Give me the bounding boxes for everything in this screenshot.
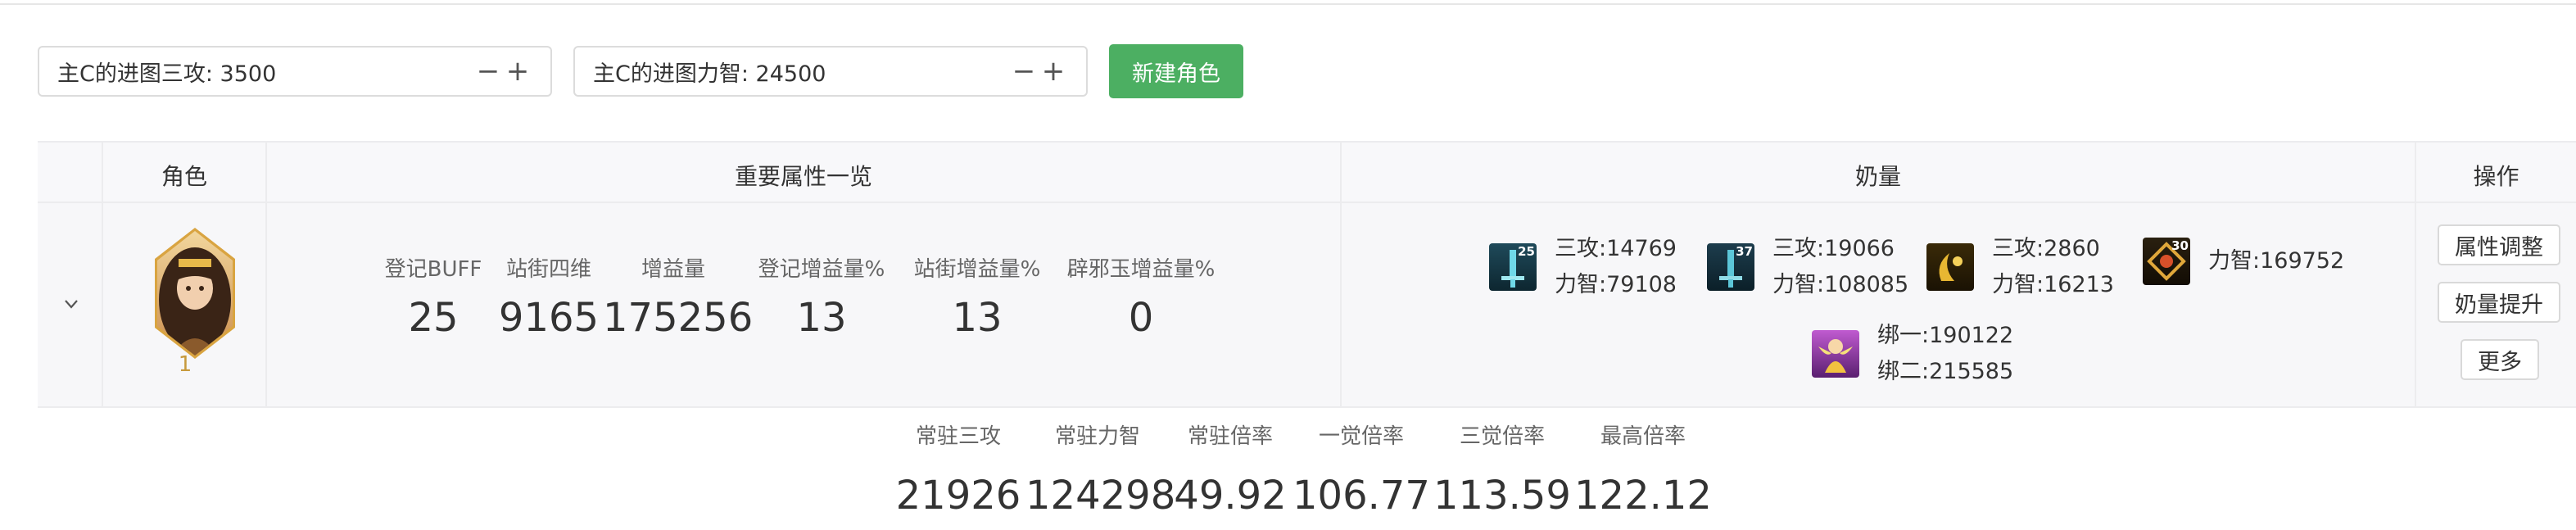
milk-stat-value: 力智:16213: [1992, 272, 2114, 297]
boost-milk-button[interactable]: 奶量提升: [2438, 282, 2560, 323]
main-attack-decrement-button[interactable]: −: [473, 57, 503, 85]
header-role-col: 角色: [103, 143, 267, 202]
new-role-button[interactable]: 新建角色: [1109, 44, 1243, 98]
stat-value: 9165: [498, 295, 600, 341]
character-avatar[interactable]: [154, 226, 236, 360]
summary-label: 最高倍率: [1600, 424, 1686, 449]
top-divider: [0, 0, 2576, 5]
header-attributes: 重要属性一览: [734, 163, 872, 190]
role-index: 1: [178, 352, 192, 377]
skill-level-badge: 25: [1518, 244, 1535, 259]
milk-attack-value: 三攻:14769: [1555, 236, 1677, 261]
summary-value: 106.77: [1293, 473, 1430, 519]
header-milk-col: 奶量: [1342, 143, 2416, 202]
role-cell: 1: [103, 203, 267, 406]
stat-value: 13: [796, 295, 847, 341]
stat-label: 辟邪玉增益量%: [1066, 257, 1216, 282]
stat-value: 175256: [603, 295, 754, 341]
header-role: 角色: [161, 163, 207, 190]
summary-resident-attack: 常驻三攻 21926: [891, 419, 1025, 519]
summary-label: 三觉倍率: [1459, 424, 1545, 449]
stat-registered-gain-pct: 登记增益量% 13: [744, 252, 899, 341]
milk-bind-one-value: 绑一:190122: [1877, 323, 2014, 348]
stat-label: 站街四维: [505, 257, 591, 282]
summary-label: 常驻力智: [1054, 424, 1140, 449]
milk-attack-value: 三攻:2860: [1992, 236, 2100, 261]
attributes-cell: 登记BUFF 25 站街四维 9165 增益量 175256 登记增益量% 13…: [267, 203, 1342, 406]
fairy-skill-icon: [1812, 330, 1859, 378]
main-attack-increment-button[interactable]: +: [503, 57, 532, 85]
header-attributes-col: 重要属性一览: [267, 143, 1342, 202]
sword-skill-icon: 25: [1489, 243, 1537, 291]
stat-label: 站街增益量%: [913, 257, 1041, 282]
summary-max-rate: 最高倍率 122.12: [1573, 419, 1714, 519]
milk-stat-value: 力智:79108: [1555, 272, 1677, 297]
summary-first-awaken-rate: 一觉倍率 106.77: [1291, 419, 1432, 519]
stat-street-gain-pct: 站街增益量% 13: [899, 252, 1055, 341]
summary-value: 113.59: [1433, 473, 1571, 519]
adjust-attributes-button[interactable]: 属性调整: [2438, 224, 2560, 265]
summary-resident-rate: 常驻倍率 49.92: [1170, 419, 1291, 519]
header-operations-col: 操作: [2416, 143, 2576, 202]
skill-level-badge: 37: [1736, 244, 1753, 259]
stat-registered-buff: 登记BUFF 25: [372, 252, 495, 341]
main-attack-label: 主C的进图三攻: 3500: [57, 61, 277, 87]
emblem-skill-icon: 30: [2143, 238, 2190, 285]
stat-value: 13: [952, 295, 1003, 341]
milk-stat-value: 力智:169752: [2208, 248, 2345, 274]
main-stat-increment-button[interactable]: +: [1039, 57, 1068, 85]
expand-cell: [38, 203, 103, 406]
main-attack-stepper[interactable]: 主C的进图三攻: 3500 − +: [38, 46, 552, 97]
main-stat-label: 主C的进图力智: 24500: [593, 61, 826, 87]
milk-skill-5: 绑一:190122 绑二:215585: [1812, 318, 2013, 390]
table-header: 角色 重要属性一览 奶量 操作: [38, 141, 2576, 203]
stat-label: 增益量: [641, 257, 705, 282]
summary-label: 常驻倍率: [1187, 424, 1273, 449]
milk-attack-value: 三攻:19066: [1772, 236, 1895, 261]
stat-value: 25: [408, 295, 459, 341]
milk-cell: 25 三攻:14769 力智:79108 37 三攻:19066 力智:1080…: [1342, 203, 2416, 406]
summary-third-awaken-rate: 三觉倍率 113.59: [1432, 419, 1573, 519]
stat-label: 登记增益量%: [758, 257, 885, 282]
stats-group: 登记BUFF 25 站街四维 9165 增益量 175256 登记增益量% 13…: [372, 252, 1227, 341]
crescent-skill-icon: [1926, 243, 1974, 291]
milk-stat-value: 力智:108085: [1772, 272, 1909, 297]
table-row: 1 登记BUFF 25 站街四维 9165 增益量 175256 登记增益量%: [38, 203, 2576, 408]
skill-level-badge: 30: [2171, 238, 2189, 253]
summary-label: 常驻三攻: [915, 424, 1001, 449]
milk-skill-4: 30 力智:169752: [2143, 238, 2344, 285]
stat-label: 登记BUFF: [384, 257, 482, 282]
more-button[interactable]: 更多: [2461, 339, 2539, 380]
summary-resident-stat: 常驻力智 124298: [1025, 419, 1176, 519]
summary-value: 122.12: [1574, 473, 1712, 519]
summary-value: 21926: [895, 473, 1021, 519]
summary-stats: 常驻三攻 21926 常驻力智 124298 常驻倍率 49.92 一觉倍率 1…: [891, 419, 1714, 519]
summary-label: 一觉倍率: [1318, 424, 1404, 449]
operations-cell: 属性调整 奶量提升 更多: [2416, 203, 2576, 406]
header-operations: 操作: [2473, 163, 2519, 190]
milk-bind-two-value: 绑二:215585: [1877, 359, 2014, 384]
stat-gain: 增益量 175256: [603, 252, 754, 341]
stat-value: 0: [1128, 295, 1154, 341]
header-milk: 奶量: [1854, 163, 1901, 190]
chevron-down-icon[interactable]: [62, 295, 80, 313]
milk-skill-1: 25 三攻:14769 力智:79108: [1489, 231, 1677, 303]
sword-skill-icon: 37: [1707, 243, 1754, 291]
main-stat-stepper[interactable]: 主C的进图力智: 24500 − +: [573, 46, 1088, 97]
stat-jade-gain-pct: 辟邪玉增益量% 0: [1055, 252, 1227, 341]
main-stat-decrement-button[interactable]: −: [1009, 57, 1039, 85]
stat-street-stats: 站街四维 9165: [495, 252, 603, 341]
summary-value: 124298: [1025, 473, 1176, 519]
header-expand-col: [38, 143, 103, 202]
milk-skill-2: 37 三攻:19066 力智:108085: [1707, 231, 1908, 303]
milk-skill-3: 三攻:2860 力智:16213: [1926, 231, 2114, 303]
summary-value: 49.92: [1174, 473, 1287, 519]
toolbar: 主C的进图三攻: 3500 − + 主C的进图力智: 24500 − + 新建角…: [38, 44, 1243, 98]
